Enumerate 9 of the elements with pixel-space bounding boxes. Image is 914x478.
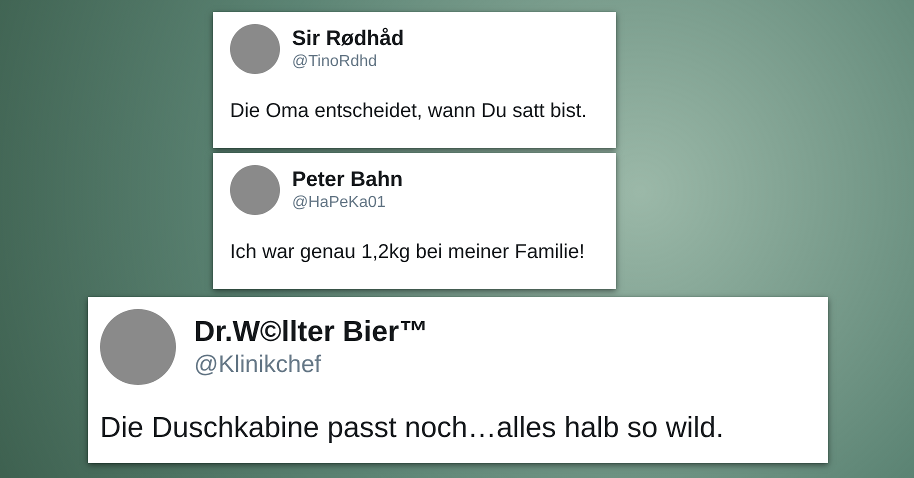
user-handle: @HaPeKa01 [292,193,387,214]
user-handle: @Klinikchef [194,350,322,380]
tweet-text: Ich war genau 1,2kg bei meiner Familie! [230,240,586,265]
user-name: Sir Rødhåd [292,26,404,52]
tweet-text: Die Duschkabine passt noch…alles halb so wild. [100,411,725,446]
user-handle: @TinoRdhd [292,52,378,72]
tweet-text: Die Oma entscheidet, wann Du satt bist. [230,99,588,124]
user-name: Peter Bahn [292,166,403,193]
user-name: Dr.W©llter Bier™ [194,314,428,350]
